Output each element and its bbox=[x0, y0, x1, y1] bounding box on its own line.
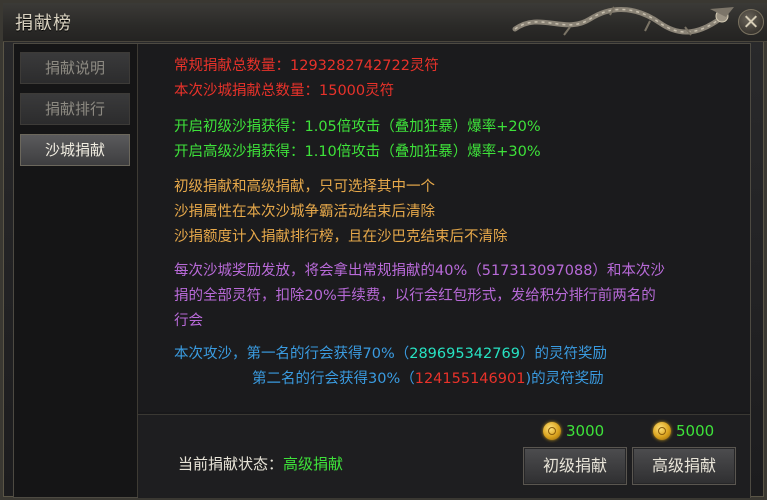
donation-details: 常规捐献总数量：1293282742722灵符 本次沙城捐献总数量：15000灵… bbox=[138, 44, 750, 412]
advanced-donation-cost: 5000 bbox=[676, 422, 715, 440]
rule-text-3: 沙捐额度计入捐献排行榜，且在沙巴克结束后不清除 bbox=[174, 229, 508, 245]
second-place-amount: 124155146901 bbox=[414, 371, 526, 387]
coin-icon bbox=[543, 422, 561, 440]
rule-text-1: 初级捐献和高级捐献，只可选择其中一个 bbox=[174, 179, 435, 195]
sidebar: 捐献说明 捐献排行 沙城捐献 bbox=[14, 44, 138, 497]
panel-body: 捐献说明 捐献排行 沙城捐献 常规捐献总数量：1293282742722灵符 本… bbox=[13, 43, 751, 498]
first-place-suffix: ）的灵符奖励 bbox=[519, 346, 607, 362]
first-place-amount: 289695342769 bbox=[409, 346, 520, 362]
second-place-prefix: 第二名的行会获得30%（ bbox=[252, 371, 415, 387]
second-place-suffix: )的灵符奖励 bbox=[525, 371, 604, 387]
first-place-reward: 本次攻沙，第一名的行会获得70%（289695342769）的灵符奖励 bbox=[174, 342, 607, 367]
action-bar: 当前捐献状态：高级捐献 3000 5000 初级捐献 高级捐献 bbox=[138, 414, 750, 498]
status-value: 高级捐献 bbox=[283, 455, 344, 473]
first-place-prefix: 本次攻沙，第一名的行会获得70%（ bbox=[174, 346, 410, 362]
window-title: 捐献榜 bbox=[15, 13, 72, 34]
current-castle-donation-total: 本次沙城捐献总数量：15000灵符 bbox=[174, 83, 395, 99]
reward-text-3: 行会 bbox=[174, 313, 203, 329]
coin-icon bbox=[653, 422, 671, 440]
sidebar-item-castle-donation[interactable]: 沙城捐献 bbox=[20, 134, 130, 166]
donation-status: 当前捐献状态：高级捐献 bbox=[178, 453, 343, 474]
donation-window: 捐献榜 捐献说明 捐献排行 沙城捐献 常规捐献总数量：1293282742722… bbox=[0, 0, 767, 500]
regular-donation-total: 常规捐献总数量：1293282742722灵符 bbox=[174, 58, 439, 74]
rule-text-2: 沙捐属性在本次沙城争霸活动结束后清除 bbox=[174, 204, 435, 220]
basic-donation-bonus: 开启初级沙捐获得：1.05倍攻击（叠加狂暴）爆率+20% bbox=[174, 119, 541, 135]
reward-text-1: 每次沙城奖励发放，将会拿出常规捐献的40%（517313097088）和本次沙 bbox=[174, 263, 665, 279]
title-bar: 捐献榜 bbox=[3, 3, 767, 42]
advanced-donation-bonus: 开启高级沙捐获得：1.10倍攻击（叠加狂暴）爆率+30% bbox=[174, 144, 541, 160]
sidebar-item-donation-ranking[interactable]: 捐献排行 bbox=[20, 93, 130, 125]
close-button[interactable] bbox=[738, 9, 764, 35]
advanced-donation-button[interactable]: 高级捐献 bbox=[632, 447, 736, 485]
dragon-ornament-icon bbox=[512, 6, 734, 36]
basic-donation-cost: 3000 bbox=[566, 422, 605, 440]
reward-text-2: 捐的全部灵符，扣除20%手续费，以行会红包形式，发给积分排行前两名的 bbox=[174, 288, 656, 304]
second-place-reward: 第二名的行会获得30%（124155146901)的灵符奖励 bbox=[252, 367, 604, 392]
sidebar-item-donation-info[interactable]: 捐献说明 bbox=[20, 52, 130, 84]
basic-donation-button[interactable]: 初级捐献 bbox=[523, 447, 627, 485]
status-label: 当前捐献状态： bbox=[178, 455, 284, 473]
